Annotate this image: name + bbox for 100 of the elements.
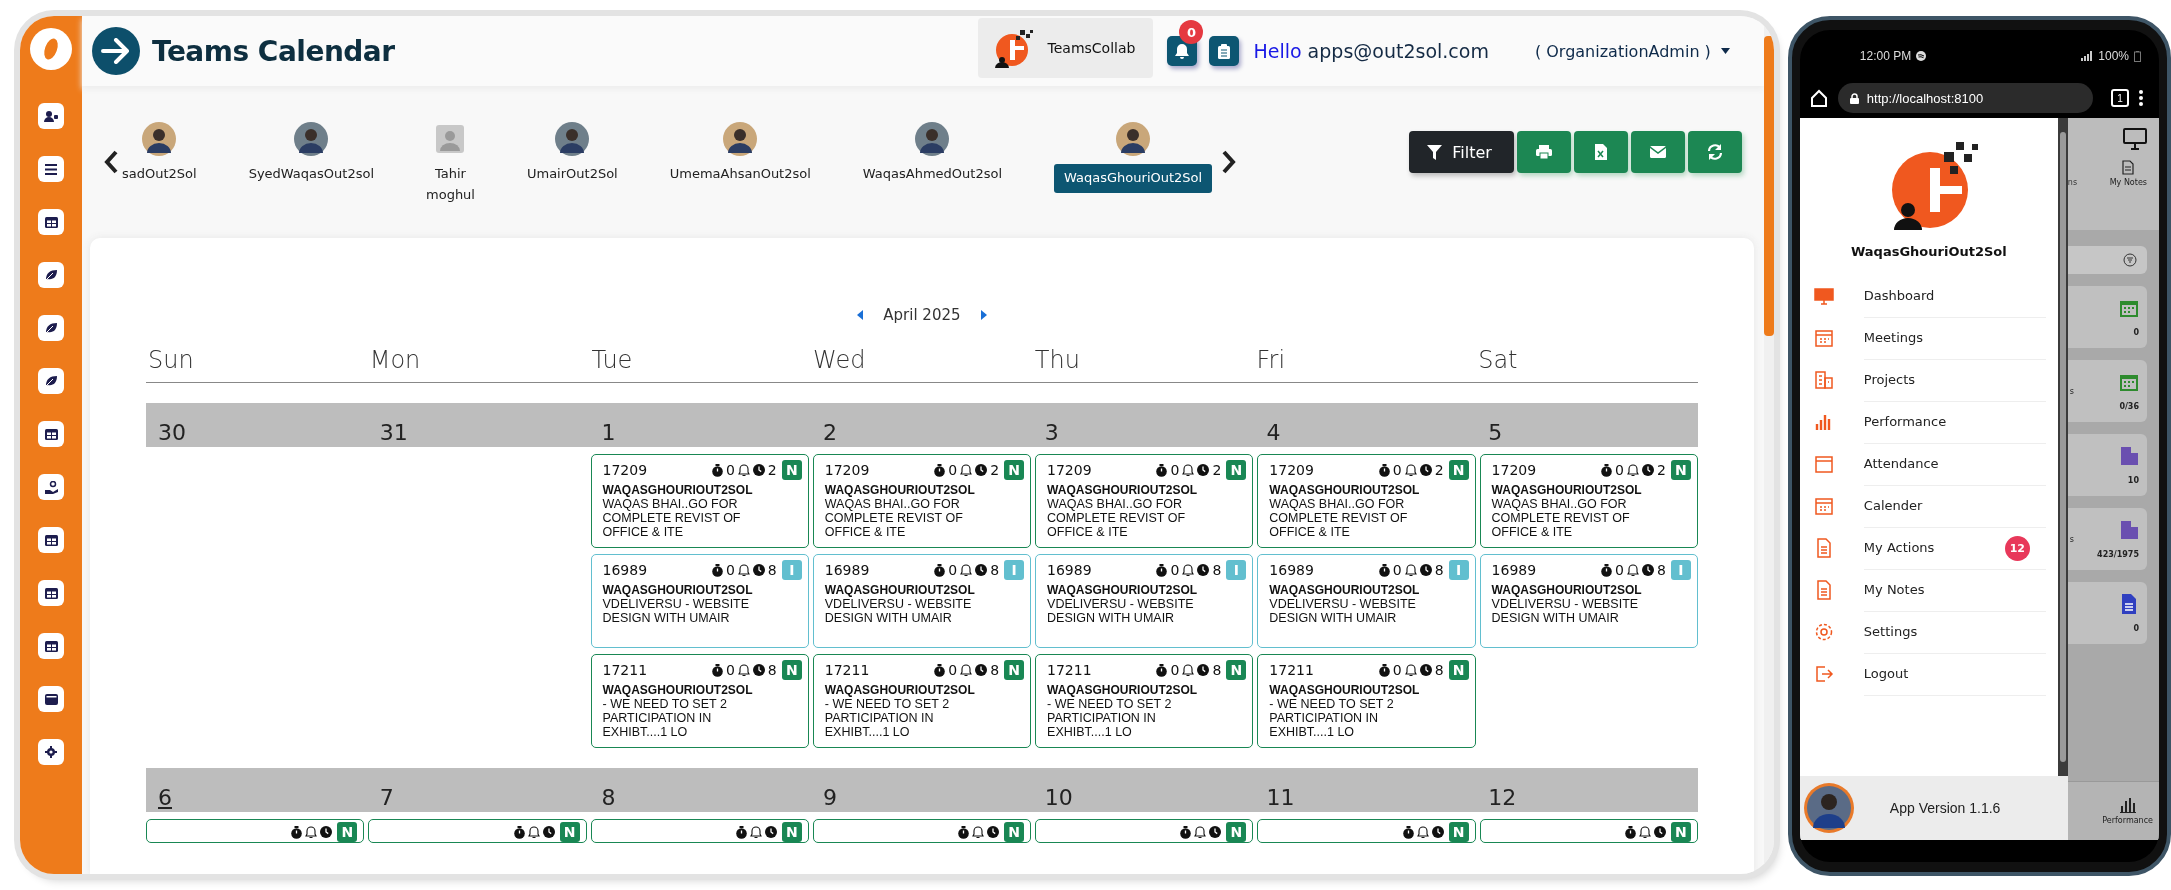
print-button[interactable]: [1516, 131, 1571, 173]
event-card[interactable]: 17209 0 2 N WAQASGHOURIOUT2SOL WAQAS BHAI..GO FOR COMPLETE REVIST OF OFFICE & ITE: [590, 454, 809, 548]
status-badge: I: [1226, 560, 1247, 580]
scrollbar-thumb[interactable]: [1763, 36, 1774, 336]
day-number: 3: [1043, 420, 1059, 445]
event-card[interactable]: 16989 0 8 I WAQASGHOURIOUT2SOL VDELIVERSU - WEBSITE DESIGN WITH UMAIR: [812, 554, 1032, 648]
task-id: 16989: [602, 562, 648, 578]
app-name: TeamsCollab: [1047, 40, 1136, 56]
event-card[interactable]: 17211 0 8 N WAQASGHOURIOUT2SOL - WE NEED TO SET 2 PARTICIPATION IN EXHIBT....1 LO: [812, 654, 1032, 748]
more-icon[interactable]: [2139, 90, 2143, 106]
filter-button[interactable]: Filter: [1409, 131, 1514, 173]
sidebar-button[interactable]: [38, 739, 64, 765]
menu-item[interactable]: Attendance: [1799, 443, 2058, 485]
event-card[interactable]: 16989 0 8 I WAQASGHOURIOUT2SOL VDELIVERSU - WEBSITE DESIGN WITH UMAIR: [590, 554, 809, 648]
card-value: 0: [2133, 327, 2139, 337]
member-tab[interactable]: UmemaAhsanOut2sol: [669, 122, 811, 185]
sidebar-button[interactable]: [38, 209, 64, 235]
bell-icon: [1194, 825, 1207, 839]
event-card[interactable]: N: [146, 819, 365, 843]
clock-icon: [1419, 464, 1432, 476]
event-card[interactable]: N: [812, 819, 1032, 843]
event-card[interactable]: 16989 0 8 I WAQASGHOURIOUT2SOL VDELIVERSU - WEBSITE DESIGN WITH UMAIR: [1035, 554, 1254, 648]
menu-item[interactable]: Logout: [1799, 653, 2058, 695]
address-bar[interactable]: http://localhost:8100: [1837, 83, 2093, 113]
event-card[interactable]: N: [1257, 819, 1476, 843]
status-badge: I: [781, 560, 802, 580]
menu-item[interactable]: Settings: [1799, 611, 2058, 653]
task-owner: WAQASGHOURIOUT2SOL: [1491, 483, 1643, 497]
sidebar-button[interactable]: [38, 368, 64, 394]
menu-item[interactable]: Calender: [1799, 485, 2058, 527]
sidebar-button[interactable]: [38, 156, 64, 182]
bell-icon: [1404, 663, 1417, 677]
role-dropdown[interactable]: ( OrganizationAdmin ): [1528, 40, 1736, 62]
card-value: 10: [2127, 475, 2139, 485]
member-tab[interactable]: UmairOut2Sol: [526, 122, 618, 185]
back-button[interactable]: [92, 27, 140, 75]
menu-item[interactable]: My Actions 12: [1799, 527, 2058, 569]
menu-item[interactable]: Dashboard: [1799, 275, 2058, 317]
scrollbar-thumb[interactable]: [2059, 132, 2066, 762]
member-tab[interactable]: sadOut2Sol: [122, 122, 197, 185]
home-icon[interactable]: [1809, 89, 1828, 107]
previous-month-button[interactable]: [855, 308, 866, 322]
task-description: WAQAS BHAI..GO FOR COMPLETE REVIST OF OFFICE & ITE: [1491, 497, 1631, 539]
menu-item[interactable]: Performance: [1799, 401, 2058, 443]
member-tab[interactable]: Tahir moghul: [426, 122, 475, 206]
sidebar-button[interactable]: [38, 474, 64, 500]
event-card[interactable]: 17209 0 2 N WAQASGHOURIOUT2SOL WAQAS BHAI..GO FOR COMPLETE REVIST OF OFFICE & ITE: [1479, 454, 1698, 548]
task-description: VDELIVERSU - WEBSITE DESIGN WITH UMAIR: [1269, 597, 1417, 625]
event-card[interactable]: 17211 0 8 N WAQASGHOURIOUT2SOL - WE NEED TO SET 2 PARTICIPATION IN EXHIBT....1 LO: [590, 654, 809, 748]
clock-icon: [542, 826, 555, 838]
tab-count-button[interactable]: 1: [2111, 89, 2129, 107]
card-value: 423/1975: [2097, 549, 2139, 559]
stopwatch-icon: [291, 825, 303, 839]
event-card[interactable]: 16989 0 8 I WAQASGHOURIOUT2SOL VDELIVERSU - WEBSITE DESIGN WITH UMAIR: [1257, 554, 1476, 648]
sidebar-button[interactable]: [38, 580, 64, 606]
event-card[interactable]: 17209 0 2 N WAQASGHOURIOUT2SOL WAQAS BHAI..GO FOR COMPLETE REVIST OF OFFICE & ITE: [1257, 454, 1476, 548]
event-card[interactable]: N: [368, 819, 587, 843]
event-card[interactable]: 16989 0 8 I WAQASGHOURIOUT2SOL VDELIVERSU - WEBSITE DESIGN WITH UMAIR: [1479, 554, 1698, 648]
notes-tab[interactable]: My Notes: [2109, 160, 2147, 187]
menu-item[interactable]: Meetings: [1799, 317, 2058, 359]
task-owner: WAQASGHOURIOUT2SOL: [602, 583, 754, 597]
task-description: VDELIVERSU - WEBSITE DESIGN WITH UMAIR: [1047, 597, 1195, 625]
clock-icon: [764, 826, 777, 838]
sidebar-button[interactable]: [38, 527, 64, 553]
task-id: 17209: [1269, 462, 1314, 478]
monitor-icon: [1813, 286, 1834, 306]
event-card[interactable]: 17209 0 2 N WAQASGHOURIOUT2SOL WAQAS BHAI..GO FOR COMPLETE REVIST OF OFFICE & ITE: [1035, 454, 1254, 548]
sidebar-button[interactable]: [38, 315, 64, 341]
triangle-left-icon: [857, 310, 864, 320]
menu-item[interactable]: Projects: [1799, 359, 2058, 401]
event-card[interactable]: N: [590, 819, 809, 843]
task-description: - WE NEED TO SET 2 PARTICIPATION IN EXHIBT....1 LO: [824, 697, 951, 739]
event-card[interactable]: 17211 0 8 N WAQASGHOURIOUT2SOL - WE NEED TO SET 2 PARTICIPATION IN EXHIBT....1 LO: [1035, 654, 1254, 748]
day-number: 8: [600, 785, 616, 810]
event-card[interactable]: N: [1479, 819, 1698, 843]
event-card[interactable]: 17211 0 8 N WAQASGHOURIOUT2SOL - WE NEED TO SET 2 PARTICIPATION IN EXHIBT....1 LO: [1257, 654, 1476, 748]
member-tab[interactable]: WaqasAhmedOut2sol: [862, 122, 1003, 185]
event-card[interactable]: N: [1035, 819, 1254, 843]
export-excel-button[interactable]: [1573, 131, 1628, 173]
calendar-icon: [1813, 328, 1834, 348]
member-tab[interactable]: SyedWaqasOut2sol: [248, 122, 374, 185]
event-card[interactable]: 17209 0 2 N WAQASGHOURIOUT2SOL WAQAS BHAI..GO FOR COMPLETE REVIST OF OFFICE & ITE: [812, 454, 1032, 548]
menu-item[interactable]: My Notes: [1799, 569, 2058, 611]
clock-icon: [752, 664, 765, 676]
logo-icon: [30, 28, 72, 70]
refresh-button[interactable]: [1687, 131, 1742, 173]
sidebar-button[interactable]: [38, 421, 64, 447]
email-button[interactable]: [1630, 131, 1685, 173]
timer-count: 0: [1615, 462, 1624, 478]
tasks-button[interactable]: [1209, 36, 1240, 66]
status-badge: N: [1670, 822, 1691, 842]
sidebar-button[interactable]: [38, 633, 64, 659]
member-tab[interactable]: WaqasGhouriOut2Sol: [1054, 122, 1213, 193]
stopwatch-icon: [711, 663, 723, 677]
sidebar-button[interactable]: [38, 262, 64, 288]
next-month-button[interactable]: [978, 308, 989, 322]
sidebar-button[interactable]: [38, 686, 64, 712]
sidebar-button[interactable]: [38, 103, 64, 129]
filter-bar[interactable]: [2067, 246, 2147, 274]
hours-count: 8: [1434, 562, 1444, 578]
